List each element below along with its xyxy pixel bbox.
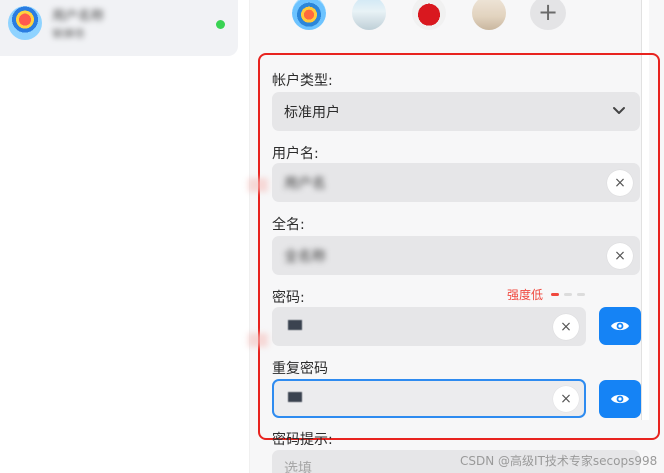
close-icon: × (560, 391, 572, 407)
strength-bar-1 (551, 293, 559, 296)
password-hint-placeholder: 选填 (284, 461, 312, 473)
fullname-label: 全名: (272, 217, 305, 233)
username-label: 用户名: (272, 146, 319, 162)
watermark: CSDN @高级IT技术专家secops998 (460, 454, 658, 468)
repeat-password-clear-button[interactable]: × (553, 386, 579, 412)
chevron-down-icon (613, 107, 625, 114)
eye-icon (611, 394, 629, 404)
user-card[interactable]: 用户名称 管理员 (0, 0, 238, 56)
strength-bar-3 (577, 293, 585, 296)
password-mask (288, 320, 302, 330)
eye-icon (611, 321, 629, 331)
account-type-select[interactable]: 标准用户 (272, 92, 640, 131)
online-status-dot (216, 20, 225, 29)
close-icon: × (614, 175, 626, 191)
user-list-panel (0, 0, 250, 473)
blur-artifact (248, 178, 268, 192)
password-hint-label: 密码提示: (272, 432, 333, 448)
repeat-password-input[interactable]: × (272, 379, 586, 418)
user-subtitle: 管理员 (52, 28, 85, 38)
fullname-clear-button[interactable]: × (607, 243, 633, 269)
username-input[interactable]: 用户名 × (272, 163, 640, 202)
repeat-password-reveal-button[interactable] (599, 380, 641, 418)
username-clear-button[interactable]: × (607, 170, 633, 196)
password-reveal-button[interactable] (599, 307, 641, 345)
password-label: 密码: (272, 290, 305, 306)
password-input[interactable]: × (272, 307, 586, 346)
fullname-value: 全名称 (284, 249, 326, 265)
repeat-password-label: 重复密码 (272, 361, 328, 377)
account-type-value: 标准用户 (284, 105, 340, 121)
close-icon: × (614, 248, 626, 264)
user-name: 用户名称 (52, 9, 105, 21)
blur-artifact (248, 333, 268, 347)
password-clear-button[interactable]: × (553, 314, 579, 340)
password-mask (288, 392, 302, 402)
account-type-label: 帐户类型: (272, 73, 333, 89)
fullname-input[interactable]: 全名称 × (272, 236, 640, 275)
username-value: 用户名 (284, 176, 326, 192)
strength-bar-2 (564, 293, 572, 296)
user-avatar (8, 6, 42, 40)
password-strength-label: 强度低 (507, 288, 544, 302)
close-icon: × (560, 319, 572, 335)
